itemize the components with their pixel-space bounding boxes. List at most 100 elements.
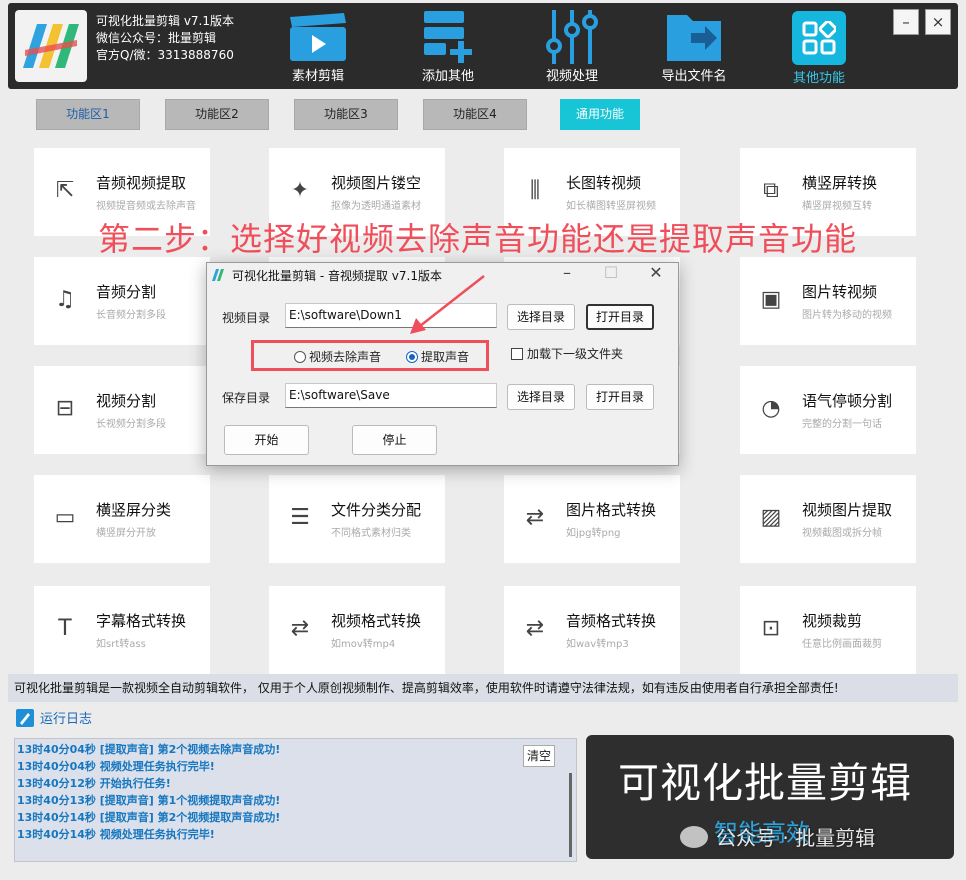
feature-card-title: 横竖屏转换 [802,174,878,192]
dialog-minimize-button[interactable]: – [552,263,582,282]
convert-video-icon: ⇄ [290,616,310,641]
log-line: 13时40分14秒 [提取声音] 第2个视频提取声音成功! [17,811,281,824]
audio-split-icon: ♫ [55,287,75,312]
long-image-icon: ⫼ [529,178,541,203]
toolbar-label: 素材剪辑 [291,69,344,84]
stop-button[interactable]: 停止 [352,425,437,455]
feature-card[interactable]: ⊟ 视频分割 长视频分割多段 [34,366,210,454]
watermark-text: 公众号 · 批量剪辑 [716,826,876,850]
split-icon: ⊟ [55,396,75,421]
feature-card-title: 长图转视频 [566,174,642,192]
toolbar-item-other[interactable]: 其他功能 [763,9,875,86]
feature-card-title: 视频图片提取 [802,501,893,519]
dialog-logo-icon [211,267,227,283]
log-icon [16,708,34,727]
feature-card-subtitle: 横竖屏视频互转 [802,201,872,212]
feature-card-subtitle: 横竖屏分开放 [96,528,156,539]
app-name: 可视化批量剪辑 v7.1版本 [96,14,235,28]
add-list-icon [417,9,479,65]
clear-log-button[interactable]: 清空 [523,745,555,767]
feature-card[interactable]: ⇄ 视频格式转换 如mov转mp4 [269,586,445,674]
feature-card-title: 视频分割 [96,392,157,410]
feature-card[interactable]: ▣ 图片转视频 图片转为移动的视频 [740,257,916,345]
screen-icon: ▭ [54,505,76,530]
feature-card[interactable]: ▭ 横竖屏分类 横竖屏分开放 [34,475,210,563]
feature-card-subtitle: 任意比例画面裁剪 [802,639,882,650]
app-info: 可视化批量剪辑 v7.1版本 微信公众号：批量剪辑 官方Q/微：33138887… [96,13,234,64]
log-line: 13时40分04秒 [提取声音] 第2个视频去除声音成功! [17,743,281,756]
close-button[interactable]: × [925,9,951,35]
video-dir-field[interactable]: E:\software\Down1 [285,303,497,328]
radio-extract-label: 提取声音 [421,350,470,364]
feature-card[interactable]: ⊡ 视频裁剪任意比例画面裁剪 [740,586,916,674]
feature-card[interactable]: ⇄ 音频格式转换 如wav转mp3 [504,586,680,674]
feature-card-subtitle: 如jpg转png [566,528,621,539]
feature-card[interactable]: ⇄ 图片格式转换 如jpg转png [504,475,680,563]
select-video-dir-button[interactable]: 选择目录 [507,304,575,330]
toolbar-item-add[interactable]: 添加其他 [392,9,504,84]
magic-icon: ✦ [290,178,310,203]
tab-area-3[interactable]: 功能区3 [294,99,398,130]
feature-card-subtitle: 如mov转mp4 [331,639,396,650]
toolbar-label: 其他功能 [792,71,845,86]
log-scrollbar[interactable] [569,773,572,857]
feature-card[interactable]: ◔ 语气停顿分割 完整的分割一句话 [740,366,916,454]
toolbar-label: 导出文件名 [661,69,727,84]
log-line: 13时40分13秒 [提取声音] 第1个视频提取声音成功! [17,794,281,807]
convert-audio-icon: ⇄ [525,616,545,641]
mode-radio-highlight: 视频去除声音 提取声音 [251,340,489,371]
wechat-icon [680,825,708,848]
rotate-screen-icon: ⧉ [763,178,779,203]
feature-card-title: 图片转视频 [802,283,878,301]
dialog-close-button[interactable]: ✕ [641,263,671,282]
voice-icon: ◔ [761,396,781,421]
feature-card-subtitle: 如长横图转竖屏视频 [566,201,656,212]
minimize-button[interactable]: – [893,9,919,35]
video-dir-label: 视频目录 [222,311,271,325]
load-subfolder-label: 加载下一级文件夹 [527,347,624,361]
log-title: 运行日志 [40,712,93,727]
open-save-dir-button[interactable]: 打开目录 [586,384,654,410]
toolbar-label: 视频处理 [545,69,598,84]
tab-general[interactable]: 通用功能 [560,99,640,130]
crop-icon: ⊡ [761,616,781,641]
start-button[interactable]: 开始 [224,425,309,455]
dialog-title: 可视化批量剪辑 - 音视频提取 v7.1版本 [232,269,442,283]
log-panel[interactable]: 13时40分04秒 [提取声音] 第2个视频去除声音成功! 13时40分04秒 … [14,738,577,862]
open-video-dir-button[interactable]: 打开目录 [586,304,654,330]
tab-area-4[interactable]: 功能区4 [423,99,527,130]
save-dir-label: 保存目录 [222,391,271,405]
toolbar-item-clip[interactable]: 素材剪辑 [262,9,374,84]
feature-card[interactable]: T 字幕格式转换 如srt转ass [34,586,210,674]
sliders-icon [541,9,603,65]
disclaimer-bar: 可视化批量剪辑是一款视频全自动剪辑软件， 仅用于个人原创视频制作、提高剪辑效率，… [8,674,958,702]
select-save-dir-button[interactable]: 选择目录 [507,384,575,410]
instruction-overlay: 第二步：选择好视频去除声音功能还是提取声音功能 [98,220,858,258]
toolbar-item-video[interactable]: 视频处理 [516,9,628,84]
feature-card-title: 文件分类分配 [331,501,422,519]
checkbox-box [511,347,523,360]
radio-dot [294,350,306,363]
convert-image-icon: ⇄ [525,505,545,530]
image-to-video-icon: ▣ [760,287,782,312]
tab-area-2[interactable]: 功能区2 [165,99,269,130]
radio-remove-audio[interactable]: 视频去除声音 [294,348,381,365]
save-dir-field[interactable]: E:\software\Save [285,383,497,408]
grid-apps-icon [792,11,846,65]
feature-card[interactable]: ♫ 音频分割 长音频分割多段 [34,257,210,345]
radio-extract-audio[interactable]: 提取声音 [406,348,469,365]
feature-card[interactable]: ☰ 文件分类分配 不同格式素材归类 [269,475,445,563]
log-line: 13时40分14秒 视频处理任务执行完毕! [17,828,215,841]
tab-area-1[interactable]: 功能区1 [36,99,140,130]
feature-card-title: 音频视频提取 [96,174,187,192]
toolbar-label: 添加其他 [421,69,474,84]
toolbar-item-export[interactable]: 导出文件名 [638,9,750,84]
load-subfolder-checkbox[interactable]: 加载下一级文件夹 [511,345,623,362]
log-line: 13时40分04秒 视频处理任务执行完毕! [17,760,215,773]
subtitle-icon: T [58,616,72,641]
clapper-icon [287,9,349,65]
feature-card[interactable]: ▨ 视频图片提取 视频截图或拆分帧 [740,475,916,563]
feature-card-title: 视频裁剪 [802,612,863,630]
export-folder-icon [663,9,725,65]
dialog-maximize-button[interactable]: ☐ [596,263,626,282]
